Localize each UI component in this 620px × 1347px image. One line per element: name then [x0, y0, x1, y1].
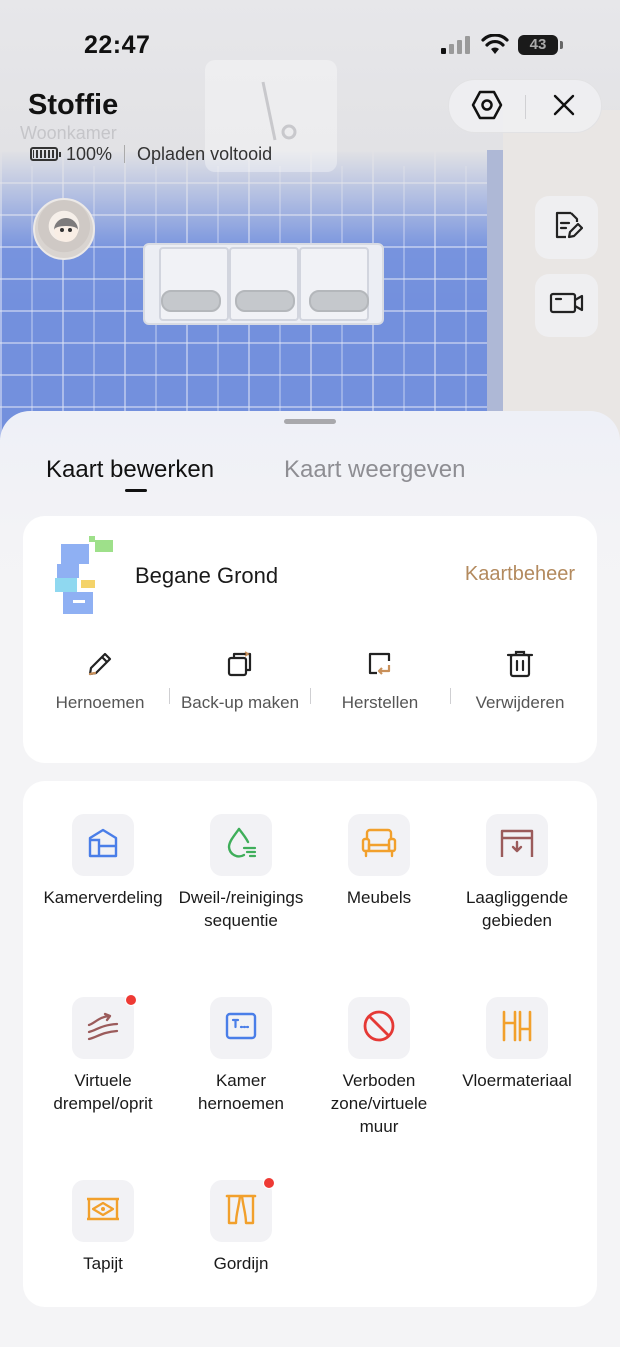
map-edit-sheet: Kaart bewerken Kaart weergeven Begane Gr… [0, 411, 620, 1347]
map-actions: Hernoemen Back-up maken Herstellen Verwi… [23, 646, 597, 746]
wifi-icon [481, 33, 509, 61]
tab-indicator [125, 489, 147, 492]
mop-sequence-icon [224, 826, 258, 865]
robot-status: 100% Opladen voltooid [30, 142, 272, 166]
tab-edit-map[interactable]: Kaart bewerken [46, 456, 214, 484]
tool-label: Laagliggende gebieden [465, 888, 569, 930]
map-card: Begane Grond Kaartbeheer Hernoemen Back-… [23, 516, 597, 763]
map-management-link[interactable]: Kaartbeheer [465, 563, 575, 586]
tool-carpet[interactable]: Tapijt [33, 1180, 173, 1275]
edit-tools-card: Kamerverdeling Dweil-/reinigingssequenti… [23, 781, 597, 1307]
rename-map-label: Hernoemen [55, 693, 145, 712]
close-button[interactable] [526, 80, 602, 134]
curtain-icon [225, 1192, 257, 1231]
map-name: Begane Grond [135, 563, 279, 588]
tool-rename-room[interactable]: Kamer hernoemen [171, 997, 311, 1115]
tool-furniture[interactable]: Meubels [309, 814, 449, 909]
robot-name: Stoffie [28, 89, 119, 121]
carpet-icon [85, 1196, 121, 1227]
tool-low-areas[interactable]: Laagliggende gebieden [447, 814, 587, 932]
sofa-model [143, 243, 384, 325]
charge-status: Opladen voltooid [137, 143, 273, 164]
backup-copy-icon [170, 646, 310, 682]
new-badge [263, 1177, 275, 1189]
clock: 22:47 [84, 31, 151, 59]
tool-label: Kamer hernoemen [197, 1071, 284, 1113]
backup-map-label: Back-up maken [180, 693, 300, 712]
tool-floor-material[interactable]: Vloermateriaal [447, 997, 587, 1092]
battery-icon [30, 147, 61, 161]
map-thumbnail[interactable] [51, 536, 117, 616]
cellular-signal-icon [441, 36, 471, 54]
edit-map-button[interactable] [535, 196, 598, 259]
tool-label: Kamerverdeling [43, 888, 163, 907]
room-label: Woonkamer [20, 123, 117, 143]
battery-status-icon: 43 [518, 35, 563, 55]
pencil-icon [30, 646, 170, 682]
delete-map-button[interactable]: Verwijderen [450, 646, 590, 714]
low-area-icon [499, 827, 535, 864]
restore-icon [310, 646, 450, 682]
tool-label: Tapijt [83, 1254, 123, 1273]
backup-map-button[interactable]: Back-up maken [170, 646, 310, 714]
settings-button[interactable] [449, 80, 525, 134]
tool-label: Meubels [346, 888, 412, 907]
room-rename-icon [224, 1011, 258, 1046]
no-go-zone-icon [362, 1009, 396, 1048]
restore-map-button[interactable]: Herstellen [310, 646, 450, 714]
map-edit-icon [551, 209, 583, 246]
header-controls [448, 79, 602, 133]
battery-percent: 100% [66, 143, 113, 164]
door-frame [487, 150, 503, 440]
tab-view-map[interactable]: Kaart weergeven [284, 456, 465, 484]
threshold-ramp-icon [85, 1011, 121, 1046]
tool-label: Gordijn [213, 1254, 269, 1273]
close-icon [552, 93, 576, 122]
trash-icon [450, 646, 590, 682]
rename-map-button[interactable]: Hernoemen [30, 646, 170, 714]
floor-material-icon [500, 1009, 534, 1048]
room-divide-icon [86, 826, 120, 865]
sheet-grabber[interactable] [284, 419, 336, 424]
tool-curtain[interactable]: Gordijn [171, 1177, 311, 1275]
tool-no-go-zone[interactable]: Verboden zone/virtuele muur [309, 997, 449, 1138]
tool-label: Vloermateriaal [462, 1071, 572, 1090]
tool-label: Virtuele drempel/oprit [53, 1071, 153, 1113]
sofa-icon [361, 827, 397, 864]
tool-label: Verboden zone/virtuele muur [330, 1071, 428, 1136]
video-camera-icon [549, 289, 585, 322]
tool-threshold-ramp[interactable]: Virtuele drempel/oprit [33, 994, 173, 1115]
delete-map-label: Verwijderen [475, 693, 565, 712]
tool-label: Dweil-/reinigingssequentie [178, 888, 304, 930]
robot-avatar[interactable] [33, 198, 95, 260]
new-badge [125, 994, 137, 1006]
video-button[interactable] [535, 274, 598, 337]
tool-mop-sequence[interactable]: Dweil-/reinigingssequentie [171, 814, 311, 932]
tool-room-division[interactable]: Kamerverdeling [33, 814, 173, 909]
restore-map-label: Herstellen [341, 693, 419, 712]
hexagon-settings-icon [471, 90, 503, 125]
